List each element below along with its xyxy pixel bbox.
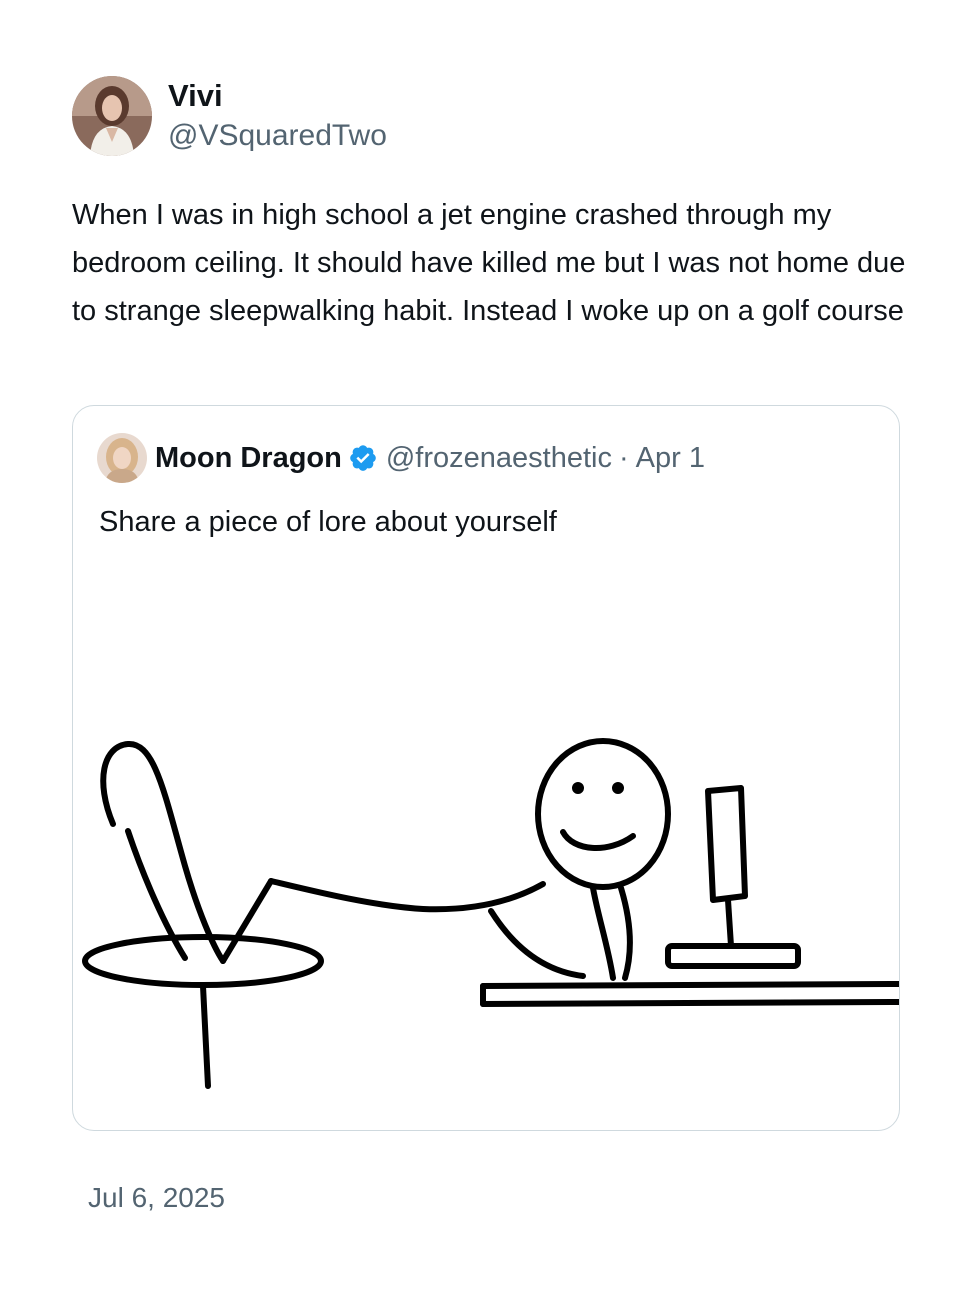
author-names: Vivi @VSquaredTwo [168,76,387,156]
figure-eye-left [572,782,584,794]
quoted-author-handle[interactable]: @frozenaesthetic [386,442,612,475]
tweet-text: When I was in high school a jet engine c… [72,199,906,327]
figure-torso [488,908,586,979]
quoted-tweet-card[interactable]: Moon Dragon @frozenaesthetic · Apr 1 Sha… [72,405,900,1131]
tweet-timestamp[interactable]: Jul 6, 2025 [88,1178,225,1218]
figure-head [535,738,671,890]
verified-badge-icon [348,443,378,473]
chair-post [200,983,211,1089]
quoted-author-display-name[interactable]: Moon Dragon [155,442,342,475]
desk-top [480,981,899,989]
quoted-author-avatar[interactable] [97,433,147,483]
monitor-stand [725,897,734,949]
figure-arm-lower-2 [618,885,633,981]
monitor-screen [705,785,748,903]
quoted-tweet-date[interactable]: Apr 1 [636,442,705,475]
tweet-header: Vivi @VSquaredTwo [72,76,387,156]
stick-figure-drawing [82,738,899,1089]
quoted-author-avatar-image [97,433,147,483]
monitor-base [665,943,801,969]
quoted-tweet-text: Share a piece of lore about yourself [99,506,557,538]
chair-seat [82,934,324,988]
quoted-tweet-header: Moon Dragon @frozenaesthetic · Apr 1 [97,432,705,484]
author-display-name[interactable]: Vivi [168,76,387,116]
header-separator: · [618,441,629,474]
figure-leg [220,878,274,964]
chair-back [100,741,226,964]
figure-arm [268,878,546,913]
figure-smile [560,829,636,851]
author-handle[interactable]: @VSquaredTwo [168,116,387,156]
quoted-tweet-media[interactable] [73,566,899,1130]
figure-eye-right [612,782,624,794]
author-avatar[interactable] [72,76,152,156]
desk-edge [480,999,899,1007]
figure-arm-lower [590,885,616,981]
author-avatar-image [72,76,152,156]
